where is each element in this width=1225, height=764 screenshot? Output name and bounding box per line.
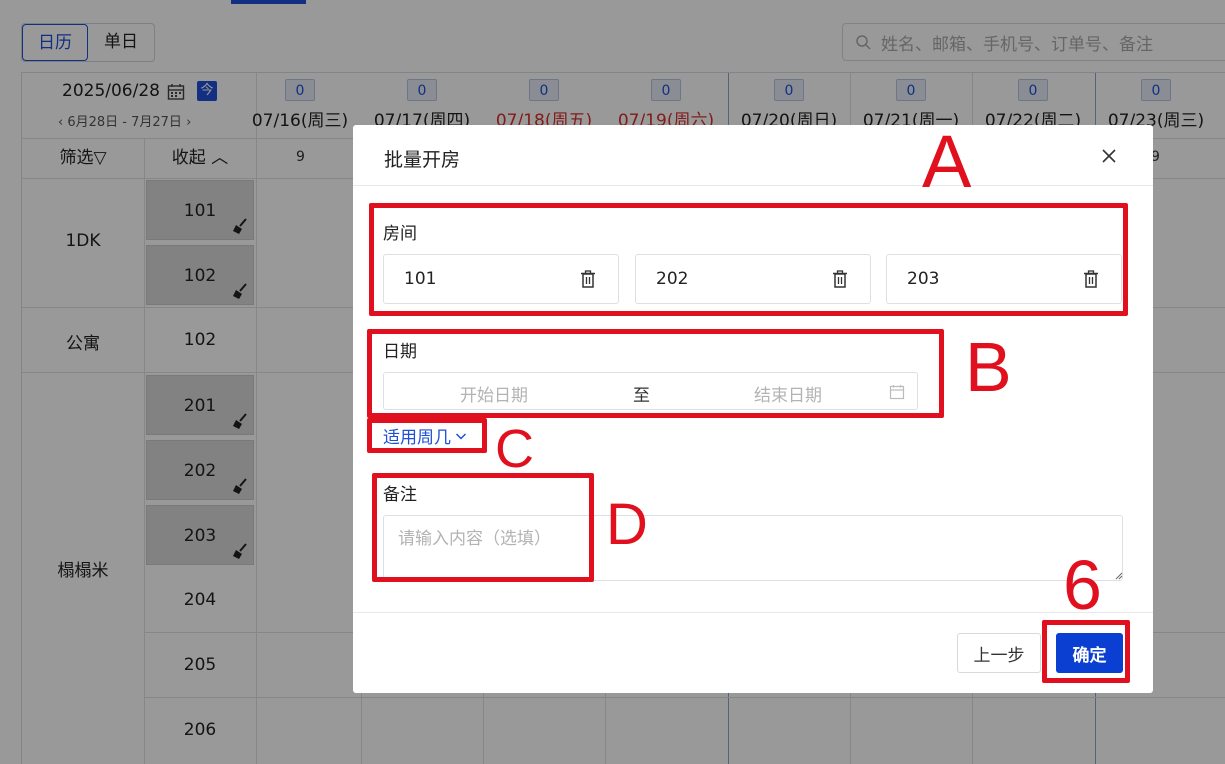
annotation-label-c: C bbox=[495, 419, 534, 479]
previous-step-button[interactable]: 上一步 bbox=[957, 633, 1041, 673]
annotation-box-remark bbox=[372, 473, 594, 582]
annotation-label-a: A bbox=[922, 120, 972, 203]
annotation-label-b: B bbox=[965, 328, 1012, 406]
annotation-box-weekday bbox=[367, 418, 487, 453]
annotation-box-confirm bbox=[1042, 620, 1130, 683]
footer-divider bbox=[353, 612, 1153, 613]
annotation-label-d: D bbox=[606, 492, 648, 557]
annotation-box-rooms bbox=[369, 203, 1128, 316]
resize-grip-icon[interactable] bbox=[1115, 572, 1123, 580]
annotation-label-six: 6 bbox=[1063, 546, 1102, 624]
dialog-title: 批量开房 bbox=[384, 149, 461, 171]
close-icon[interactable] bbox=[1098, 145, 1120, 167]
annotation-box-date bbox=[367, 329, 944, 418]
header-divider bbox=[353, 185, 1153, 186]
